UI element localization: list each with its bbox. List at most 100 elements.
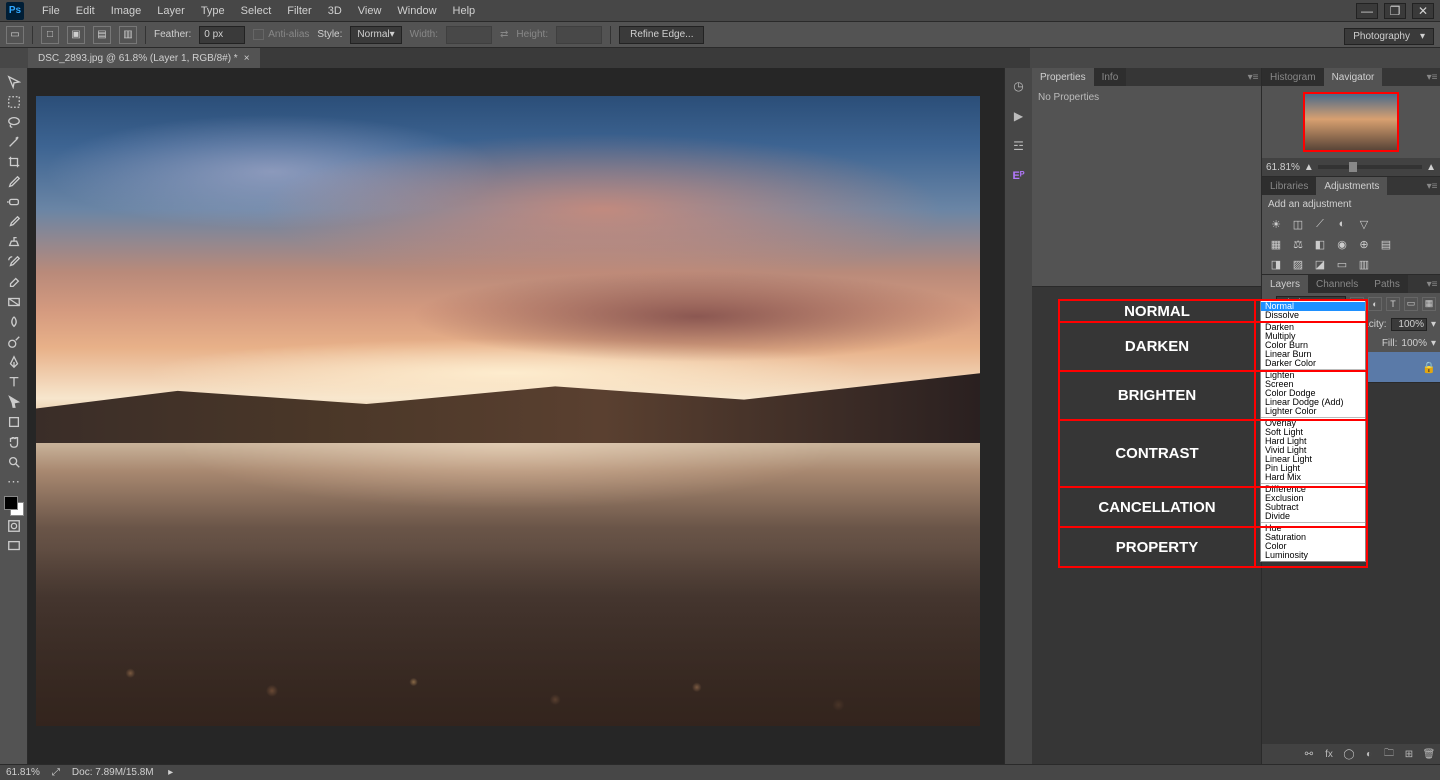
maximize-button[interactable]: ❐ <box>1384 3 1406 19</box>
tab-histogram[interactable]: Histogram <box>1262 68 1324 86</box>
screenmode-icon[interactable] <box>2 536 26 556</box>
pen-tool-icon[interactable] <box>2 352 26 372</box>
gradient-tool-icon[interactable] <box>2 292 26 312</box>
shape-tool-icon[interactable] <box>2 412 26 432</box>
menu-3d[interactable]: 3D <box>320 5 350 17</box>
adj-vibrance-icon[interactable]: ▽ <box>1356 217 1372 231</box>
new-adjustment-icon[interactable]: ◐ <box>1362 747 1376 761</box>
opacity-input[interactable]: 100% <box>1391 318 1427 331</box>
crop-tool-icon[interactable] <box>2 152 26 172</box>
dodge-tool-icon[interactable] <box>2 332 26 352</box>
panel-icon-layer-comps[interactable]: ☲ <box>1009 136 1029 156</box>
close-button[interactable]: ✕ <box>1412 3 1434 19</box>
antialias-checkbox[interactable]: Anti-alias <box>253 29 309 40</box>
adj-posterize-icon[interactable]: ▨ <box>1290 257 1306 271</box>
adj-bw-icon[interactable]: ◧ <box>1312 237 1328 251</box>
navigator-zoom-slider[interactable] <box>1318 165 1422 169</box>
zoom-tool-icon[interactable] <box>2 452 26 472</box>
layer-fx-icon[interactable]: fx <box>1322 747 1336 761</box>
lasso-tool-icon[interactable] <box>2 112 26 132</box>
tab-properties[interactable]: Properties <box>1032 68 1094 86</box>
height-input[interactable] <box>556 26 602 44</box>
menu-file[interactable]: File <box>34 5 68 17</box>
tab-libraries[interactable]: Libraries <box>1262 177 1316 195</box>
menu-layer[interactable]: Layer <box>149 5 193 17</box>
filter-shape-icon[interactable]: ▭ <box>1404 297 1418 311</box>
fill-input[interactable]: 100% <box>1401 338 1427 349</box>
adj-curves-icon[interactable]: ⟋ <box>1312 217 1328 231</box>
minimize-button[interactable]: — <box>1356 3 1378 19</box>
move-tool-icon[interactable] <box>2 72 26 92</box>
link-layers-icon[interactable]: ⚯ <box>1302 747 1316 761</box>
intersect-selection-icon[interactable]: ▥ <box>119 26 137 44</box>
adj-channelmixer-icon[interactable]: ⊕ <box>1356 237 1372 251</box>
layer-mask-icon[interactable]: ◯ <box>1342 747 1356 761</box>
navigator-thumbnail[interactable] <box>1303 92 1399 152</box>
adj-photofilter-icon[interactable]: ◉ <box>1334 237 1350 251</box>
menu-view[interactable]: View <box>350 5 390 17</box>
document-tab[interactable]: DSC_2893.jpg @ 61.8% (Layer 1, RGB/8#) *… <box>28 48 260 68</box>
filter-type-icon[interactable]: T <box>1386 297 1400 311</box>
adj-hue-icon[interactable]: ▦ <box>1268 237 1284 251</box>
marquee-tool-icon[interactable] <box>2 92 26 112</box>
magic-wand-tool-icon[interactable] <box>2 132 26 152</box>
panel-icon-history[interactable]: ◷ <box>1009 76 1029 96</box>
adj-invert-icon[interactable]: ◨ <box>1268 257 1284 271</box>
menu-image[interactable]: Image <box>103 5 150 17</box>
eraser-tool-icon[interactable] <box>2 272 26 292</box>
new-selection-icon[interactable]: □ <box>41 26 59 44</box>
menu-select[interactable]: Select <box>233 5 280 17</box>
new-layer-icon[interactable]: ⊞ <box>1402 747 1416 761</box>
panel-menu-icon[interactable]: ▾≡ <box>1424 275 1440 293</box>
tab-info[interactable]: Info <box>1094 68 1127 86</box>
filter-smart-icon[interactable]: ▦ <box>1422 297 1436 311</box>
panel-icon-actions[interactable]: ▶ <box>1009 106 1029 126</box>
eyedropper-tool-icon[interactable] <box>2 172 26 192</box>
blur-tool-icon[interactable] <box>2 312 26 332</box>
filter-adjust-icon[interactable]: ◐ <box>1368 297 1382 311</box>
adj-balance-icon[interactable]: ⚖ <box>1290 237 1306 251</box>
feather-input[interactable]: 0 px <box>199 26 245 44</box>
color-swatch[interactable] <box>4 496 24 516</box>
path-select-tool-icon[interactable] <box>2 392 26 412</box>
status-menu-icon[interactable]: ▸ <box>166 767 176 778</box>
close-tab-icon[interactable]: × <box>244 53 250 64</box>
panel-icon-extension[interactable]: Eᴾ <box>1009 166 1029 186</box>
refine-edge-button[interactable]: Refine Edge... <box>619 26 704 44</box>
canvas-area[interactable] <box>28 68 1004 764</box>
healing-brush-tool-icon[interactable] <box>2 192 26 212</box>
new-group-icon[interactable]: 🗀 <box>1382 747 1396 761</box>
adj-selectivecolor-icon[interactable]: ▥ <box>1356 257 1372 271</box>
status-expand-icon[interactable]: ⤢ <box>52 767 60 778</box>
menu-edit[interactable]: Edit <box>68 5 103 17</box>
edit-toolbar-icon[interactable]: ⋯ <box>2 472 26 492</box>
adj-threshold-icon[interactable]: ◪ <box>1312 257 1328 271</box>
navigator-zoom-value[interactable]: 61.81% <box>1266 162 1300 173</box>
clone-stamp-tool-icon[interactable] <box>2 232 26 252</box>
tab-layers[interactable]: Layers <box>1262 275 1308 293</box>
adj-colorlookup-icon[interactable]: ▤ <box>1378 237 1394 251</box>
document-canvas[interactable] <box>36 96 980 726</box>
history-brush-tool-icon[interactable] <box>2 252 26 272</box>
hand-tool-icon[interactable] <box>2 432 26 452</box>
panel-menu-icon[interactable]: ▾≡ <box>1245 68 1261 86</box>
menu-help[interactable]: Help <box>445 5 484 17</box>
panel-menu-icon[interactable]: ▾≡ <box>1424 68 1440 86</box>
delete-layer-icon[interactable]: 🗑 <box>1422 747 1436 761</box>
zoom-out-icon[interactable]: ▲ <box>1304 162 1314 173</box>
tab-channels[interactable]: Channels <box>1308 275 1366 293</box>
subtract-selection-icon[interactable]: ▤ <box>93 26 111 44</box>
quickmask-icon[interactable] <box>2 516 26 536</box>
style-select[interactable]: Normal▾ <box>350 26 401 44</box>
menu-filter[interactable]: Filter <box>279 5 319 17</box>
menu-window[interactable]: Window <box>389 5 444 17</box>
active-tool-icon[interactable]: ▭ <box>6 26 24 44</box>
adj-exposure-icon[interactable]: ◐ <box>1334 217 1350 231</box>
width-input[interactable] <box>446 26 492 44</box>
type-tool-icon[interactable] <box>2 372 26 392</box>
adj-brightness-icon[interactable]: ☀ <box>1268 217 1284 231</box>
status-zoom[interactable]: 61.81% <box>6 767 40 778</box>
menu-type[interactable]: Type <box>193 5 233 17</box>
workspace-select[interactable]: Photography▾ <box>1344 28 1434 45</box>
panel-menu-icon[interactable]: ▾≡ <box>1424 177 1440 195</box>
